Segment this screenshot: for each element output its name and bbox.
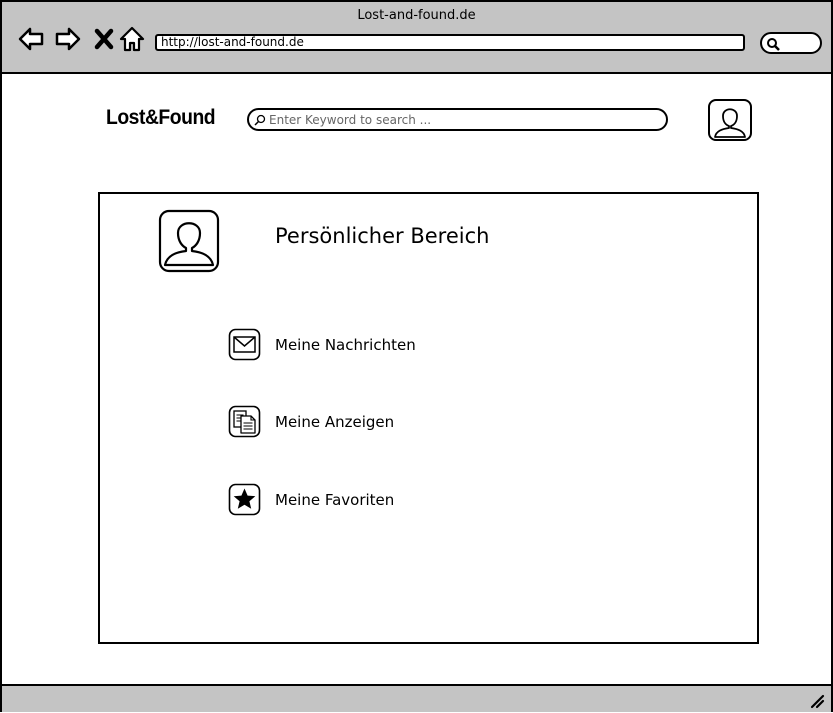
- back-icon[interactable]: [17, 25, 45, 53]
- search-icon: [254, 114, 266, 126]
- documents-icon: [228, 405, 261, 438]
- menu-item-favorites[interactable]: Meine Favoriten: [228, 483, 488, 517]
- menu-item-label: Meine Anzeigen: [275, 413, 395, 431]
- stop-icon[interactable]: [90, 25, 118, 53]
- star-icon: [228, 483, 261, 516]
- page-title: Persönlicher Bereich: [275, 224, 490, 248]
- profile-avatar-icon: [158, 209, 220, 273]
- home-icon[interactable]: [118, 25, 146, 53]
- user-avatar-icon[interactable]: [707, 98, 753, 142]
- browser-search-field[interactable]: [760, 32, 822, 54]
- menu-item-ads[interactable]: Meine Anzeigen: [228, 405, 488, 439]
- forward-icon[interactable]: [54, 25, 82, 53]
- menu-item-messages[interactable]: Meine Nachrichten: [228, 328, 488, 362]
- browser-window: Lost-and-found.de http://lost-and-found.…: [0, 0, 833, 712]
- status-bar: [2, 684, 831, 712]
- browser-toolbar: Lost-and-found.de http://lost-and-found.…: [2, 2, 831, 74]
- menu-item-label: Meine Nachrichten: [275, 336, 416, 354]
- menu-item-label: Meine Favoriten: [275, 491, 395, 509]
- search-input[interactable]: [269, 111, 649, 128]
- window-title: Lost-and-found.de: [357, 8, 476, 23]
- site-logo[interactable]: Lost&Found: [106, 106, 216, 130]
- site-search[interactable]: [247, 108, 668, 131]
- envelope-icon: [228, 328, 261, 361]
- address-bar[interactable]: http://lost-and-found.de: [155, 34, 745, 51]
- search-icon: [767, 38, 780, 51]
- resize-grip-icon[interactable]: [809, 693, 825, 709]
- personal-area-panel: Persönlicher Bereich Meine Nachrichten M…: [98, 192, 759, 644]
